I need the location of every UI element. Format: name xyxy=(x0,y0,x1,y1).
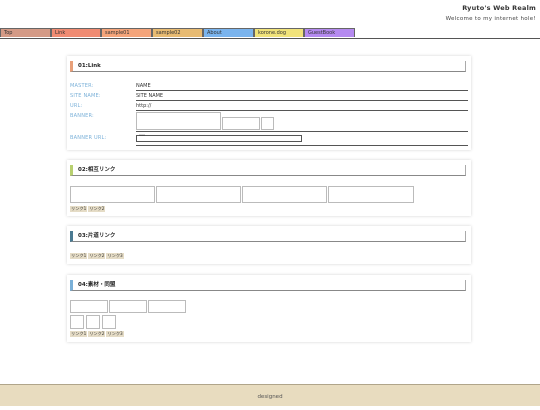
nav-tab-sample01[interactable]: sample01 xyxy=(101,28,152,37)
nav-tab-sample02[interactable]: sample02 xyxy=(152,28,203,37)
banner-slot xyxy=(328,186,414,203)
link-chip[interactable]: リンク2 xyxy=(88,331,106,337)
nav-tab-link[interactable]: Link xyxy=(51,28,101,37)
banner-slot xyxy=(242,186,327,203)
banner-url-underline xyxy=(136,145,468,146)
link-chip[interactable]: リンク1 xyxy=(70,206,88,212)
link-list: リンク1 リンク2 リンク3 xyxy=(70,331,125,337)
link-chip[interactable]: リンク3 xyxy=(106,331,124,337)
link-chip[interactable]: リンク2 xyxy=(88,253,106,259)
icon-slot xyxy=(102,315,116,329)
banner-small xyxy=(261,117,274,130)
nav-bar: Top Link sample01 sample02 About korone.… xyxy=(0,28,540,39)
footer-text: designed xyxy=(257,394,283,400)
banner-large xyxy=(136,112,221,130)
footer: designed xyxy=(0,384,540,406)
site-subtitle: Welcome to my internet hole! xyxy=(445,16,536,22)
link-list: リンク1 リンク2 リンク3 xyxy=(70,253,125,259)
banner-underline xyxy=(136,131,468,132)
nav-tab-top[interactable]: Top xyxy=(0,28,51,37)
link-section: 01:Link MASTER: NAME SITE NAME: SITE NAM… xyxy=(67,56,471,150)
materials-alliance-section: 04:素材・同盟 リンク1 リンク2 リンク3 xyxy=(67,275,471,342)
url-value: http:// xyxy=(136,103,468,111)
link-chip[interactable]: リンク1 xyxy=(70,253,88,259)
link-chip[interactable]: リンク1 xyxy=(70,331,88,337)
section-heading: 01:Link xyxy=(70,61,466,72)
site-name-value: SITE NAME xyxy=(136,93,468,101)
banner-label: BANNER: xyxy=(70,113,94,119)
oneway-links-section: 03:片道リンク リンク1 リンク2 リンク3 xyxy=(67,226,471,264)
link-list: リンク1 リンク2 xyxy=(70,206,106,212)
icon-slot xyxy=(70,315,84,329)
nav-tab-korone-dog[interactable]: korone.dog xyxy=(254,28,304,37)
banner-slot xyxy=(148,300,186,313)
banner-slot xyxy=(109,300,147,313)
master-value: NAME xyxy=(136,83,468,91)
link-chip[interactable]: リンク2 xyxy=(88,206,106,212)
banner-slot xyxy=(70,186,155,203)
link-chip[interactable]: リンク3 xyxy=(106,253,124,259)
nav-tab-about[interactable]: About xyxy=(203,28,254,37)
section-heading: 03:片道リンク xyxy=(70,231,466,242)
section-heading: 02:相互リンク xyxy=(70,165,466,176)
master-label: MASTER: xyxy=(70,83,94,89)
banner-medium xyxy=(222,117,260,130)
site-title: Ryuto's Web Realm xyxy=(462,4,536,12)
banner-slot xyxy=(156,186,241,203)
banner-url-label: BANNER URL: xyxy=(70,135,107,141)
banner-url-field[interactable]: """ xyxy=(136,135,302,142)
site-name-label: SITE NAME: xyxy=(70,93,101,99)
section-heading: 04:素材・同盟 xyxy=(70,280,466,291)
icon-slot xyxy=(86,315,100,329)
banner-slot xyxy=(70,300,108,313)
mutual-links-section: 02:相互リンク リンク1 リンク2 xyxy=(67,160,471,216)
url-label: URL: xyxy=(70,103,83,109)
nav-tab-guestbook[interactable]: GuestBook xyxy=(304,28,355,37)
